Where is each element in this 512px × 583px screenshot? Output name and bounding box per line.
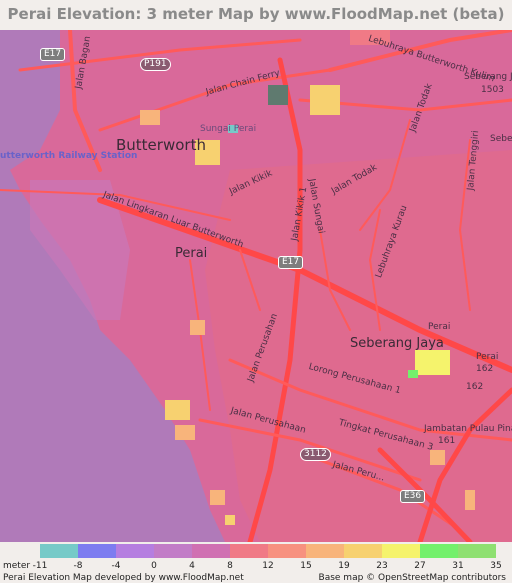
- label-railway-station: utterworth Railway Station: [0, 151, 138, 161]
- legend-tick: 31: [452, 561, 464, 571]
- label-seberang-jaya: Seberang Jaya: [350, 336, 444, 351]
- legend-tick: 23: [376, 561, 388, 571]
- label-seberang-top: Seberang Jaya: [464, 72, 512, 82]
- legend-swatch: [268, 544, 306, 558]
- legend-tick: 19: [338, 561, 350, 571]
- page-title: Perai Elevation: 3 meter Map by www.Floo…: [7, 5, 505, 23]
- legend-ticks: -11 -8 -4 0 4 8 12 15 19 23 27 31 35: [0, 561, 512, 573]
- legend-swatch: [230, 544, 268, 558]
- legend-tick: 4: [189, 561, 195, 571]
- label-sebera-right: Sebera: [490, 134, 512, 144]
- legend-swatch: [458, 544, 496, 558]
- legend-tick: 15: [300, 561, 312, 571]
- label-code-1503: 1503: [481, 85, 504, 95]
- legend-tick: 0: [151, 561, 157, 571]
- legend-tick: 35: [490, 561, 502, 571]
- map-canvas: [0, 30, 512, 542]
- legend-tick: -8: [73, 561, 83, 571]
- legend-tick: 27: [414, 561, 426, 571]
- label-perai: Perai: [175, 246, 208, 261]
- legend-swatch: [154, 544, 192, 558]
- label-sungai-perai: Sungai Perai: [200, 124, 257, 134]
- legend-tick: 8: [227, 561, 233, 571]
- legend-swatch: [306, 544, 344, 558]
- route-shield-3112: 3112: [300, 448, 331, 461]
- route-shield-e36: E36: [400, 490, 426, 503]
- legend-tick: -11: [32, 561, 48, 571]
- legend-tick: -4: [111, 561, 121, 571]
- elevation-legend: meter -11 -8 -4 0 4 8 12 15 19 23 27 31 35 Perai Ele…: [0, 542, 512, 583]
- label-code-162: 162: [476, 364, 494, 374]
- elevation-map[interactable]: Butterworth Perai Seberang Jaya Sungai P…: [0, 30, 512, 542]
- legend-swatch: [192, 544, 230, 558]
- label-perai-right: Perai: [428, 322, 451, 332]
- route-shield-e17-top: E17: [40, 48, 66, 61]
- route-shield-p191: P191: [140, 58, 171, 71]
- legend-swatch: [116, 544, 154, 558]
- label-perai-right2: Perai: [476, 352, 499, 362]
- label-code-162b: 162: [466, 382, 484, 392]
- label-code-161: 161: [438, 436, 456, 446]
- legend-swatch: [382, 544, 420, 558]
- legend-swatch: [344, 544, 382, 558]
- legend-swatch: [40, 544, 78, 558]
- legend-swatches: [40, 544, 496, 558]
- label-jambatan: Jambatan Pulau Pinang: [424, 424, 512, 434]
- legend-swatch: [78, 544, 116, 558]
- legend-swatch: [420, 544, 458, 558]
- route-shield-e17-mid: E17: [278, 256, 304, 269]
- legend-tick: 12: [262, 561, 274, 571]
